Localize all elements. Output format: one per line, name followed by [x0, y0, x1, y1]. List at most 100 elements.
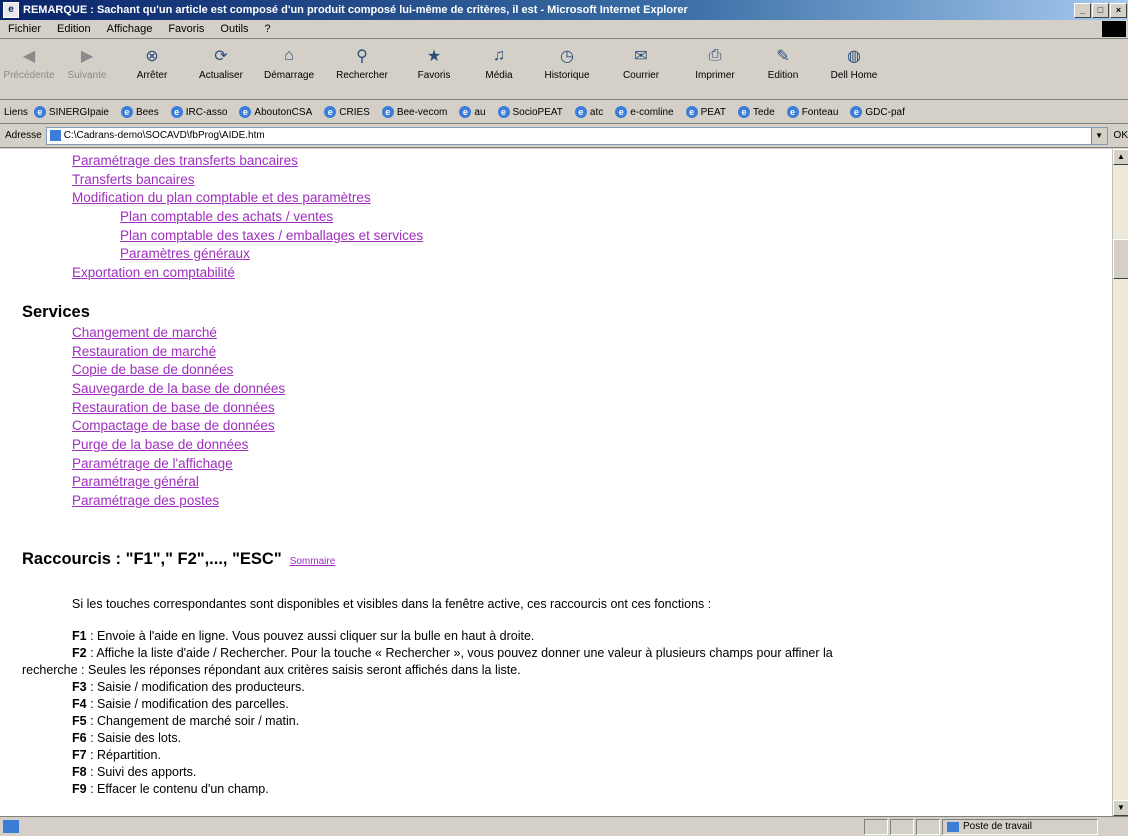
search-button[interactable]: ⚲ Rechercher	[324, 39, 400, 81]
page-done-icon	[3, 820, 19, 833]
ie-icon: e	[497, 106, 510, 118]
content-link[interactable]: Transferts bancaires	[72, 172, 195, 187]
status-cell	[864, 818, 888, 835]
menu-edition[interactable]: Edition	[49, 23, 99, 35]
menu-favoris[interactable]: Favoris	[160, 23, 212, 35]
shortcut-line: F1 : Envoie à l'aide en ligne. Vous pouv…	[72, 629, 535, 643]
maximize-button[interactable]: □	[1092, 2, 1109, 18]
links-bar: Liens e SINERGIpaie e Bees e IRC-asso e Abou…	[0, 101, 1128, 124]
link-item[interactable]: e Fonteau	[786, 106, 838, 118]
link-item[interactable]: e e-comline	[615, 106, 674, 118]
security-zone: Poste de travail	[942, 818, 1098, 835]
refresh-button[interactable]: ⟳ Actualiser	[188, 39, 254, 81]
content-link[interactable]: Exportation en comptabilité	[72, 265, 235, 280]
raccourcis-title: Raccourcis : "F1"," F2",..., "ESC"	[22, 550, 282, 568]
link-item[interactable]: e SINERGIpaie	[33, 106, 109, 118]
vertical-scrollbar[interactable]: ▲ ▼	[1112, 149, 1128, 816]
history-button[interactable]: ◷ Historique	[530, 39, 604, 81]
ie-icon: e	[324, 106, 337, 118]
edit-button[interactable]: ✎ Edition	[752, 39, 814, 81]
content-link[interactable]: Paramètres généraux	[120, 246, 250, 261]
link-item[interactable]: e SocioPEAT	[497, 106, 563, 118]
shortcut-line: F5 : Changement de marché soir / matin.	[72, 714, 300, 728]
service-link[interactable]: Changement de marché	[72, 325, 217, 340]
link-item[interactable]: e CRIES	[324, 106, 370, 118]
favorites-button[interactable]: ★ Favoris	[400, 39, 468, 81]
favorites-icon: ★	[426, 48, 442, 65]
scroll-down-icon[interactable]: ▼	[1113, 800, 1128, 816]
link-item[interactable]: e au	[459, 106, 486, 118]
back-arrow-icon: ◀	[22, 48, 36, 65]
media-button[interactable]: ♫ Média	[468, 39, 530, 81]
search-icon: ⚲	[356, 48, 368, 65]
forward-button[interactable]: ▶ Suivante	[58, 39, 116, 81]
sommaire-link[interactable]: Sommaire	[290, 556, 336, 567]
link-item[interactable]: e Bee-vecom	[381, 106, 447, 118]
home-button[interactable]: ⌂ Démarrage	[254, 39, 324, 81]
shortcut-line: F2 : Affiche la liste d'aide / Recherche…	[72, 646, 833, 660]
stop-button[interactable]: ⊗ Arrêter	[116, 39, 188, 81]
service-link[interactable]: Paramétrage des postes	[72, 493, 219, 508]
standard-toolbar: ◀ Précédente ▶ Suivante ⊗ Arrêter ⟳ Actualis…	[0, 39, 1128, 100]
service-link[interactable]: Paramétrage de l'affichage	[72, 456, 233, 471]
mail-button[interactable]: ✉ Courrier	[604, 39, 678, 81]
shortcut-line: F7 : Répartition.	[72, 748, 161, 762]
content-link[interactable]: Plan comptable des taxes / emballages et…	[120, 228, 423, 243]
link-item[interactable]: e Bees	[120, 106, 159, 118]
ie-icon: e	[170, 106, 183, 118]
service-link[interactable]: Purge de la base de données	[72, 437, 248, 452]
refresh-icon: ⟳	[214, 48, 228, 65]
services-heading: Services	[22, 303, 90, 321]
service-link[interactable]: Compactage de base de données	[72, 418, 275, 433]
shortcut-line: F3 : Saisie / modification des producteu…	[72, 680, 305, 694]
service-link[interactable]: Restauration de base de données	[72, 400, 275, 415]
content-link[interactable]: Plan comptable des achats / ventes	[120, 209, 333, 224]
link-item[interactable]: e atc	[574, 106, 603, 118]
page-content: Paramétrage des transferts bancaires Tra…	[0, 149, 1112, 816]
intro-text: Si les touches correspondantes sont disp…	[72, 597, 712, 611]
stop-icon: ⊗	[145, 48, 159, 65]
address-input[interactable]: C:\Cadrans-demo\SOCAVD\fbProg\AIDE.htm ▼	[45, 126, 1108, 145]
go-button[interactable]: OK	[1114, 130, 1128, 141]
menu-bar: Fichier Edition Affichage Favoris Outils…	[0, 20, 1128, 39]
status-cell	[916, 818, 940, 835]
print-button[interactable]: ⎙ Imprimer	[678, 39, 752, 81]
menu-affichage[interactable]: Affichage	[99, 23, 161, 35]
content-link[interactable]: Paramétrage des transferts bancaires	[72, 153, 298, 168]
scroll-up-icon[interactable]: ▲	[1113, 149, 1128, 165]
service-link[interactable]: Sauvegarde de la base de données	[72, 381, 285, 396]
raccourcis-heading: Raccourcis : "F1"," F2",..., "ESC" Sommai…	[22, 550, 335, 569]
dell-icon: ◍	[847, 48, 861, 65]
shortcut-line: F4 : Saisie / modification des parcelles…	[72, 697, 289, 711]
address-bar: Adresse C:\Cadrans-demo\SOCAVD\fbProg\AI…	[0, 124, 1128, 148]
menu-outils[interactable]: Outils	[212, 23, 256, 35]
menu-help[interactable]: ?	[257, 23, 279, 35]
back-button[interactable]: ◀ Précédente	[0, 39, 58, 81]
ie-icon: e	[786, 106, 799, 118]
shortcut-line: F8 : Suivi des apports.	[72, 765, 197, 779]
chevron-down-icon[interactable]: ▼	[1090, 127, 1107, 144]
ie-icon: e	[239, 106, 252, 118]
link-item[interactable]: e Tede	[738, 106, 775, 118]
links-label: Liens	[4, 106, 28, 118]
ie-icon: e	[850, 106, 863, 118]
link-item[interactable]: e AboutonCSA	[239, 106, 312, 118]
print-icon: ⎙	[708, 47, 722, 64]
content-link[interactable]: Modification du plan comptable et des pa…	[72, 190, 371, 205]
page-icon	[49, 130, 61, 141]
link-item[interactable]: e PEAT	[685, 106, 726, 118]
service-link[interactable]: Paramétrage général	[72, 474, 199, 489]
close-button[interactable]: ×	[1110, 2, 1127, 18]
history-icon: ◷	[560, 48, 574, 65]
scroll-thumb[interactable]	[1113, 239, 1128, 279]
ie-icon[interactable]: e	[3, 2, 19, 18]
service-link[interactable]: Copie de base de données	[72, 362, 233, 377]
ie-icon: e	[685, 106, 698, 118]
menu-fichier[interactable]: Fichier	[0, 23, 49, 35]
minimize-button[interactable]: _	[1074, 2, 1091, 18]
service-link[interactable]: Restauration de marché	[72, 344, 216, 359]
dell-home-button[interactable]: ◍ Dell Home	[814, 39, 894, 81]
ie-icon: e	[574, 106, 587, 118]
link-item[interactable]: e IRC-asso	[170, 106, 227, 118]
link-item[interactable]: e GDC-paf	[850, 106, 905, 118]
